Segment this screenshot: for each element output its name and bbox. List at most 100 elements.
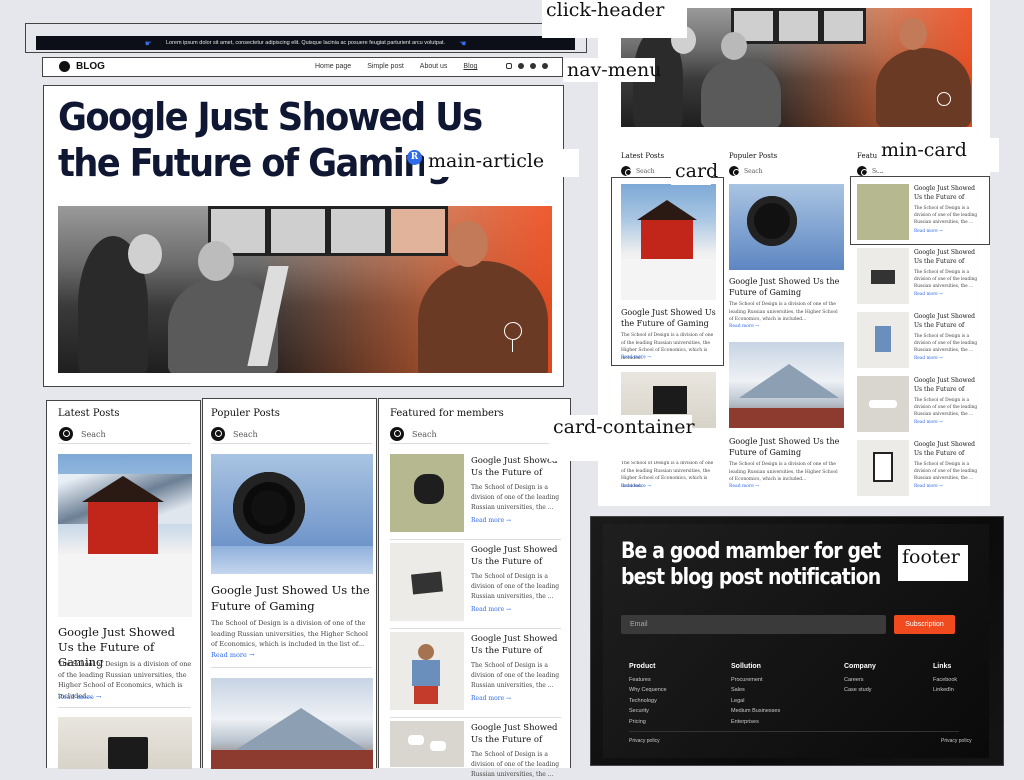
footer-link[interactable]: Careers	[844, 675, 876, 685]
footer-link[interactable]: Pricing	[629, 717, 667, 727]
footer-link[interactable]: Why Cequence	[629, 685, 667, 695]
search-icon	[59, 427, 73, 441]
preview-mini-text: The School of Design is a division of on…	[914, 462, 978, 481]
preview-mountain-image	[729, 342, 844, 428]
linkedin-icon[interactable]	[530, 63, 536, 69]
search-icon	[857, 166, 868, 176]
mini-read-more[interactable]: Read more →	[471, 517, 511, 524]
preview-mini-image	[857, 440, 909, 496]
mini-card-image	[390, 721, 464, 767]
popular-posts-title: Populer Posts	[211, 408, 280, 419]
preview-latest-title: Latest Posts	[621, 152, 665, 160]
main-article: Google Just Showed Us the Future of Gami…	[43, 85, 564, 387]
preview-mini-text: The School of Design is a division of on…	[914, 398, 978, 417]
label-min-card: min-card	[877, 138, 999, 172]
label-main-article: main-article	[424, 149, 579, 177]
hero-badge: R	[407, 150, 422, 165]
hero-image	[58, 206, 552, 373]
dribbble-icon[interactable]	[542, 63, 548, 69]
email-field[interactable]: Email	[621, 615, 886, 634]
blog-logo-text: BLOG	[76, 61, 105, 72]
footer-link[interactable]: Case study	[844, 685, 876, 695]
mini-card-title: Google Just Showed Us the Future of	[471, 634, 558, 656]
footer-link[interactable]: Security	[629, 706, 667, 716]
footer-link[interactable]: LinkedIn	[933, 685, 957, 695]
preview-mini-image	[857, 312, 909, 368]
mini-card-text: The School of Design is a division of on…	[471, 751, 560, 778]
preview-popular-read-more: Read more →	[729, 324, 760, 329]
mini-read-more[interactable]: Read more →	[471, 695, 511, 702]
preview-mini-title: Google Just Showed Us the Future of	[914, 249, 976, 265]
scroll-down-icon[interactable]	[504, 322, 522, 340]
privacy-policy-right[interactable]: Privacy policy	[941, 736, 972, 746]
blog-logo-icon	[59, 61, 70, 72]
footer-headline-line1: Be a good mamber for get	[621, 539, 881, 564]
preview-mini-more: Read more →	[914, 292, 943, 297]
mini-card[interactable]: Google Just Showed Us the Future of The …	[390, 721, 565, 778]
latest-search[interactable]: Seach	[59, 427, 106, 441]
label-card: card	[671, 159, 718, 185]
nav-bar: BLOG Home page Simple post About us Blog	[42, 57, 563, 77]
footer-link[interactable]: Sales	[731, 685, 780, 695]
barn-image[interactable]	[58, 454, 192, 617]
popular-read-more[interactable]: Read more →	[211, 651, 254, 659]
subscription-button[interactable]: Subscription	[894, 615, 955, 634]
latest-posts-column: Latest Posts Seach Google Just Showed Us…	[46, 400, 201, 769]
label-nav-menu: nav-menu	[563, 58, 661, 82]
label-footer: footer	[898, 545, 968, 581]
mini-read-more[interactable]: Read more →	[471, 606, 511, 613]
footer-col-title: Links	[933, 663, 952, 670]
mini-card-title: Google Just Showed Us the Future of	[471, 723, 558, 745]
featured-search-input[interactable]: Seach	[412, 430, 437, 439]
footer-col-sollution: Sollution Procurement Sales Legal Medium…	[731, 663, 780, 727]
instagram-icon[interactable]	[506, 63, 512, 69]
footer-link[interactable]: Facebook	[933, 675, 957, 685]
popular-search-input[interactable]: Seach	[233, 430, 258, 439]
footer-link[interactable]: Procurement	[731, 675, 780, 685]
click-header-outline	[25, 23, 587, 53]
footer-link[interactable]: Enterprises	[731, 717, 780, 727]
nav-item-about[interactable]: About us	[420, 63, 448, 70]
preview-popular-title: Populer Posts	[729, 152, 778, 160]
latest-posts-title: Latest Posts	[58, 408, 120, 419]
preview-camera-image	[729, 184, 844, 270]
footer-link[interactable]: Legal	[731, 696, 780, 706]
nav-item-home[interactable]: Home page	[315, 63, 351, 70]
preview-mini-title: Google Just Showed Us the Future of	[914, 313, 976, 329]
latest-search-input[interactable]: Seach	[81, 430, 106, 439]
preview-mini-more: Read more →	[914, 356, 943, 361]
latest-read-more[interactable]: Read more →	[58, 693, 101, 701]
popular-search[interactable]: Seach	[211, 427, 258, 441]
footer-link[interactable]: Technology	[629, 696, 667, 706]
camera-image[interactable]	[211, 454, 373, 574]
footer-col-company: Company Careers Case study	[844, 663, 876, 696]
search-icon	[621, 166, 632, 176]
mini-card[interactable]: Google Just Showed Us the Future of The …	[390, 632, 565, 712]
footer-link[interactable]: Features	[629, 675, 667, 685]
featured-search[interactable]: Seach	[390, 427, 437, 441]
footer-link[interactable]: Medium Businesses	[731, 706, 780, 716]
privacy-policy-left[interactable]: Privacy policy	[629, 736, 660, 746]
preview-mini-text: The School of Design is a division of on…	[914, 334, 978, 353]
nav-item-blog[interactable]: Blog	[463, 63, 477, 70]
preview-mini-title: Google Just Showed Us the Future of	[914, 377, 976, 393]
preview-scroll-icon	[937, 92, 951, 106]
mini-card[interactable]: Google Just Showed Us the Future of The …	[390, 454, 565, 534]
popular-card-title[interactable]: Google Just Showed Us the Future of Gami…	[211, 582, 371, 614]
desk-image[interactable]	[58, 717, 192, 769]
popular-card-text: The School of Design is a division of on…	[211, 619, 368, 648]
preview-min-card-outline	[850, 176, 990, 245]
mountain-image[interactable]	[211, 678, 373, 769]
preview-mini-title: Google Just Showed Us the Future of	[914, 441, 976, 457]
preview-mini-more: Read more →	[914, 484, 943, 489]
nav-item-simple-post[interactable]: Simple post	[367, 63, 404, 70]
mini-card-text: The School of Design is a division of on…	[471, 662, 560, 689]
preview-mini-image	[857, 248, 909, 304]
facebook-icon[interactable]	[518, 63, 524, 69]
preview-popular-card-title: Google Just Showed Us the Future of Gami…	[729, 277, 840, 297]
footer-col-title: Product	[629, 663, 656, 670]
mini-card[interactable]: Google Just Showed Us the Future of The …	[390, 543, 565, 623]
preview-mini-image	[857, 376, 909, 432]
mini-card-image	[390, 454, 464, 532]
footer-col-title: Company	[844, 663, 876, 670]
